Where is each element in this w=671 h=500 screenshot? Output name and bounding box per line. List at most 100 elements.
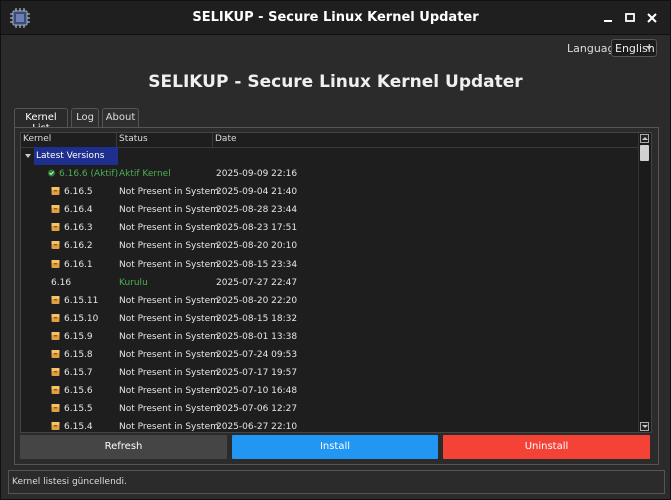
table-header: Kernel Status Date [21,133,639,148]
kernel-date: 2025-08-28 23:44 [216,205,298,216]
kernel-status: Not Present in System [119,422,219,433]
kernel-version: 6.15.8 [64,350,93,360]
table-row[interactable]: 6.15.6 Not Present in System 2025-07-10 16… [21,382,639,400]
uninstall-button[interactable]: Uninstall [443,435,650,459]
group-label: Latest Versions [36,151,105,161]
title-bar: SELIKUP - Secure Linux Kernel Updater [1,1,670,35]
expander-down-icon[interactable] [25,154,31,158]
chevron-down-icon [646,46,652,50]
status-text: Kernel listesi güncellendi. [12,477,127,487]
kernel-version: 6.16.2 [64,241,93,252]
table-row[interactable]: 6.15.11 Not Present in System 2025-08-20 2… [21,292,639,310]
table-row[interactable]: 6.16.5 Not Present in System 2025-09-04 21… [21,183,639,201]
tab-label: About [105,112,136,123]
kernel-status: Aktif Kernel [119,169,171,179]
package-icon [51,223,60,232]
kernel-version: 6.15.11 [64,295,99,306]
kernel-version: 6.15.6 [64,386,93,397]
tab-label: Log [76,112,94,123]
kernel-status: Not Present in System [119,350,219,360]
column-divider [116,133,117,147]
kernel-date: 2025-06-27 22:10 [216,422,298,433]
kernel-status: Not Present in System [119,205,219,216]
tab-log[interactable]: Log [71,108,99,127]
package-icon [51,350,60,358]
minimize-button[interactable] [598,8,618,28]
kernel-status: Not Present in System [119,331,219,342]
status-bar: Kernel listesi güncellendi. [8,470,665,494]
kernel-version: 6.15.7 [64,368,93,379]
kernel-status: Not Present in System [119,295,219,306]
kernel-version: 6.15.5 [64,404,93,415]
kernel-date: 2025-09-09 22:16 [216,169,298,179]
kernel-status: Not Present in System [119,404,219,415]
package-icon [51,187,60,196]
kernel-version: 6.16.5 [64,187,93,198]
table-row[interactable]: 6.16.2 Not Present in System 2025-08-20 20… [21,237,639,255]
package-icon [51,422,60,431]
kernel-date: 2025-08-15 23:34 [216,259,298,270]
group-row-latest-versions[interactable]: Latest Versions [21,147,639,165]
app-title: SELIKUP - Secure Linux Kernel Updater [148,72,523,92]
kernel-date: 2025-07-06 12:27 [216,404,298,415]
minimize-icon [604,20,612,22]
kernel-version: 6.15.4 [64,422,93,433]
language-select[interactable]: English [611,39,657,57]
kernel-date: 2025-08-20 20:10 [216,241,298,252]
refresh-button[interactable]: Refresh [20,435,227,459]
kernel-status: Not Present in System [119,368,219,379]
kernel-tree[interactable]: Kernel Status Date Latest Versions 6.16.… [20,132,652,433]
kernel-version: 6.16.1 [64,259,93,270]
tab-about[interactable]: About [102,108,139,127]
column-header-kernel[interactable]: Kernel [23,134,51,144]
close-icon [647,13,657,23]
table-row[interactable]: 6.16.4 Not Present in System 2025-08-28 23… [21,201,639,219]
table-row[interactable]: 6.16.3 Not Present in System 2025-08-23 17… [21,219,639,237]
column-header-date[interactable]: Date [215,134,237,144]
maximize-button[interactable] [620,8,640,28]
table-row[interactable]: 6.16.1 Not Present in System 2025-08-15 23… [21,256,639,274]
kernel-status: Not Present in System [119,241,219,252]
column-divider [212,133,213,147]
kernel-date: 2025-07-27 22:47 [216,277,298,288]
package-icon [51,386,60,395]
scroll-up-icon[interactable] [640,134,649,143]
kernel-version: 6.16 [51,277,72,288]
package-icon [51,331,60,340]
column-header-status[interactable]: Status [119,134,148,144]
kernel-date: 2025-08-01 13:38 [216,331,298,342]
close-button[interactable] [642,8,662,28]
table-row[interactable]: 6.15.8 Not Present in System 2025-07-24 09… [21,346,639,364]
scroll-down-icon[interactable] [640,422,649,431]
kernel-version: 6.16.4 [64,205,93,216]
check-icon [48,169,55,177]
kernel-date: 2025-09-04 21:40 [216,187,298,198]
table-row[interactable]: 6.15.7 Not Present in System 2025-07-17 19… [21,364,639,382]
package-icon [51,205,60,214]
scrollbar-thumb[interactable] [640,145,649,161]
table-row[interactable]: 6.15.4 Not Present in System 2025-06-27 22… [21,418,639,433]
kernel-date: 2025-07-10 16:48 [216,386,298,397]
tab-kernel-list[interactable]: Kernel List [14,108,68,134]
table-row[interactable]: 6.15.9 Not Present in System 2025-08-01 13… [21,328,639,346]
kernel-version: 6.15.9 [64,331,93,342]
kernel-version: 6.15.10 [64,313,99,324]
table-row[interactable]: 6.16 Kurulu 2025-07-27 22:47 [21,274,639,292]
kernel-status: Not Present in System [119,223,219,234]
table-row[interactable]: 6.16.6 (Aktif) Aktif Kernel 2025-09-09 22:… [21,165,639,183]
table-row[interactable]: 6.15.10 Not Present in System 2025-08-15 1… [21,310,639,328]
kernel-date: 2025-08-23 17:51 [216,223,298,234]
kernel-version: 6.16.3 [64,223,93,234]
kernel-status: Not Present in System [119,386,219,397]
kernel-version: 6.16.6 (Aktif) [59,169,119,179]
kernel-status: Not Present in System [119,187,219,198]
kernel-date: 2025-08-20 22:20 [216,295,298,306]
window-title: SELIKUP - Secure Linux Kernel Updater [192,10,479,25]
package-icon [51,313,60,322]
vertical-scrollbar[interactable] [638,133,651,432]
table-row[interactable]: 6.15.5 Not Present in System 2025-07-06 12… [21,400,639,418]
kernel-status: Not Present in System [119,313,219,324]
install-button[interactable]: Install [232,435,438,459]
kernel-status: Not Present in System [119,259,219,270]
package-icon [51,295,60,304]
